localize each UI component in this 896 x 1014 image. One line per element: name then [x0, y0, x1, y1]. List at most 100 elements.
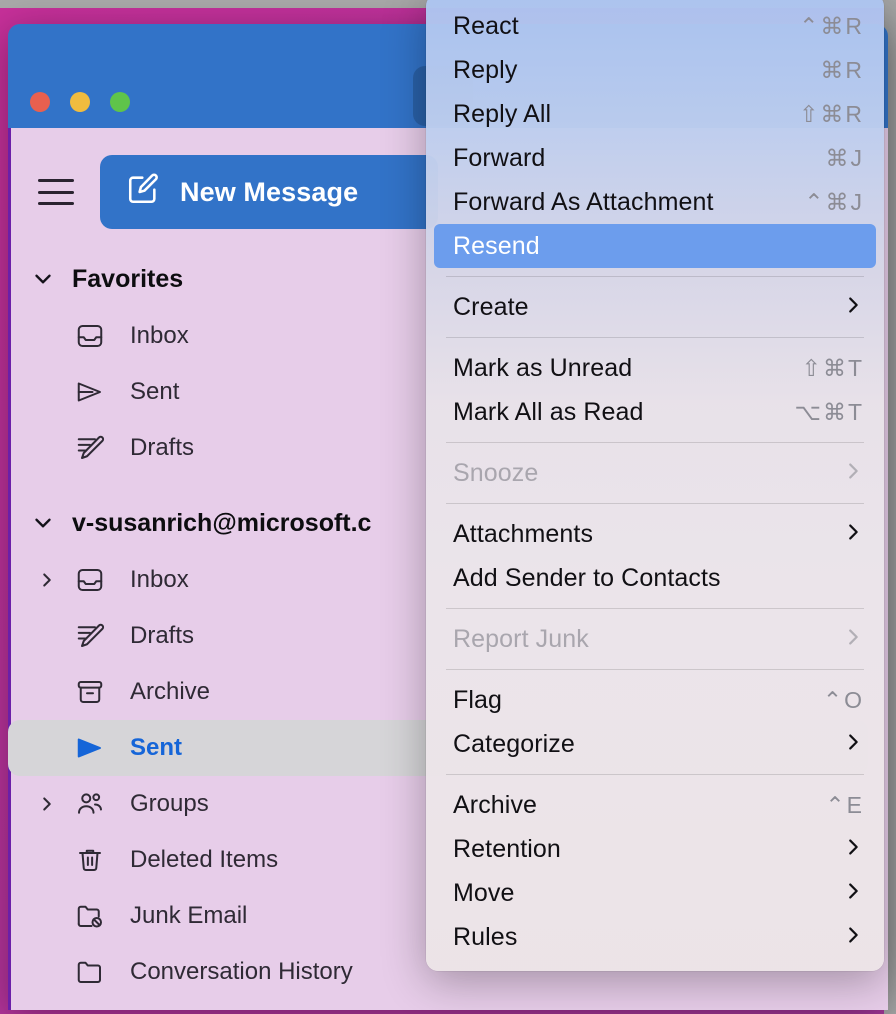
folder-block-icon	[64, 901, 116, 931]
menu-item-shortcut: ⌥⌘T	[794, 398, 864, 425]
new-message-button[interactable]: New Message	[100, 155, 438, 229]
menu-item-rules[interactable]: Rules	[434, 915, 876, 959]
sidebar-item-label: Sent	[130, 734, 183, 761]
menu-item-snooze: Snooze	[434, 451, 876, 495]
people-icon	[64, 789, 116, 819]
sidebar-item-label: Inbox	[130, 322, 189, 349]
sidebar-item-label: Conversation History	[130, 958, 353, 985]
hamburger-icon[interactable]	[38, 179, 74, 205]
menu-separator	[446, 503, 864, 504]
menu-item-shortcut: ⌘J	[825, 144, 864, 171]
zoom-button[interactable]	[110, 92, 130, 112]
menu-item-label: Resend	[453, 231, 540, 260]
menu-separator	[446, 774, 864, 775]
menu-item-forward-as-attachment[interactable]: Forward As Attachment ⌃⌘J	[434, 180, 876, 224]
chevron-right-icon	[842, 924, 864, 951]
menu-item-label: Reply	[453, 55, 518, 84]
menu-item-label: Archive	[453, 790, 538, 819]
menu-item-forward[interactable]: Forward ⌘J	[434, 136, 876, 180]
chevron-right-icon	[842, 294, 864, 321]
menu-item-label: Rules	[453, 922, 518, 951]
menu-item-label: Attachments	[453, 519, 594, 548]
trash-icon	[64, 845, 116, 875]
menu-item-resend[interactable]: Resend	[434, 224, 876, 268]
menu-item-label: Forward As Attachment	[453, 187, 714, 216]
menu-item-label: Mark All as Read	[453, 397, 644, 426]
menu-item-label: Add Sender to Contacts	[453, 563, 721, 592]
new-message-label: New Message	[180, 176, 359, 207]
paper-plane-icon	[64, 377, 116, 407]
menu-separator	[446, 669, 864, 670]
sidebar-item-label: Sent	[130, 378, 180, 405]
menu-separator	[446, 276, 864, 277]
chevron-down-icon	[35, 274, 51, 284]
menu-item-label: Retention	[453, 834, 561, 863]
sidebar-item-label: Drafts	[130, 622, 195, 649]
sidebar-item-label: Drafts	[130, 434, 195, 461]
menu-item-label: Forward	[453, 143, 546, 172]
menu-item-report-junk: Report Junk	[434, 617, 876, 661]
menu-item-reply-all[interactable]: Reply All ⇧⌘R	[434, 92, 876, 136]
menu-item-move[interactable]: Move	[434, 871, 876, 915]
chevron-right-icon	[842, 836, 864, 863]
pencil-lines-icon	[64, 433, 116, 463]
menu-item-label: Flag	[453, 685, 503, 714]
menu-item-label: Create	[453, 292, 529, 321]
menu-item-react[interactable]: React ⌃⌘R	[434, 4, 876, 48]
menu-item-add-sender-to-contacts[interactable]: Add Sender to Contacts	[434, 556, 876, 600]
menu-item-mark-all-as-read[interactable]: Mark All as Read ⌥⌘T	[434, 390, 876, 434]
menu-item-shortcut: ⌃E	[825, 791, 864, 818]
menu-item-shortcut: ⇧⌘R	[799, 100, 864, 127]
menu-item-reply[interactable]: Reply ⌘R	[434, 48, 876, 92]
chevron-right-icon[interactable]	[30, 793, 64, 815]
pencil-lines-icon	[64, 621, 116, 651]
menu-item-label: React	[453, 11, 519, 40]
sidebar-item-label: Inbox	[130, 566, 189, 593]
traffic-lights	[30, 92, 130, 112]
archive-box-icon	[64, 677, 116, 707]
chevron-right-icon	[842, 880, 864, 907]
context-menu[interactable]: React ⌃⌘R Reply ⌘R Reply All ⇧⌘R Forward ⌘J Forw…	[426, 0, 884, 971]
sidebar-item-label: Junk Email	[130, 902, 248, 929]
sidebar-item-label: Deleted Items	[130, 846, 279, 873]
menu-item-archive[interactable]: Archive ⌃E	[434, 783, 876, 827]
close-button[interactable]	[30, 92, 50, 112]
minimize-button[interactable]	[70, 92, 90, 112]
inbox-icon	[64, 565, 116, 595]
chevron-right-icon	[842, 521, 864, 548]
menu-item-create[interactable]: Create	[434, 285, 876, 329]
menu-separator	[446, 442, 864, 443]
folder-icon	[64, 957, 116, 987]
menu-item-mark-as-unread[interactable]: Mark as Unread ⇧⌘T	[434, 346, 876, 390]
menu-item-shortcut: ⇧⌘T	[801, 354, 864, 381]
menu-item-label: Categorize	[453, 729, 575, 758]
paper-plane-icon	[64, 733, 116, 763]
menu-item-label: Report Junk	[453, 624, 589, 653]
menu-item-shortcut: ⌘R	[820, 56, 864, 83]
sidebar-item-label: Groups	[130, 790, 209, 817]
favorites-title: Favorites	[72, 264, 184, 293]
screen: New Message Favorites Inbox Sent Drafts …	[0, 0, 896, 1014]
menu-item-shortcut: ⌃O	[822, 686, 864, 713]
menu-item-categorize[interactable]: Categorize	[434, 722, 876, 766]
menu-item-label: Mark as Unread	[453, 353, 633, 382]
menu-item-retention[interactable]: Retention	[434, 827, 876, 871]
menu-item-shortcut: ⌃⌘R	[799, 12, 864, 39]
menu-separator	[446, 337, 864, 338]
account-title: v-susanrich@microsoft.c	[72, 508, 372, 537]
chevron-right-icon	[842, 731, 864, 758]
menu-item-attachments[interactable]: Attachments	[434, 512, 876, 556]
menu-item-label: Snooze	[453, 458, 539, 487]
menu-separator	[446, 608, 864, 609]
chevron-down-icon	[35, 518, 51, 528]
menu-item-label: Move	[453, 878, 515, 907]
menu-item-flag[interactable]: Flag ⌃O	[434, 678, 876, 722]
chevron-right-icon[interactable]	[30, 569, 64, 591]
chevron-right-icon	[842, 626, 864, 653]
menu-item-label: Reply All	[453, 99, 552, 128]
menu-item-shortcut: ⌃⌘J	[804, 188, 864, 215]
chevron-right-icon	[842, 460, 864, 487]
inbox-icon	[64, 321, 116, 351]
compose-icon	[126, 172, 160, 213]
sidebar-item-label: Archive	[130, 678, 211, 705]
